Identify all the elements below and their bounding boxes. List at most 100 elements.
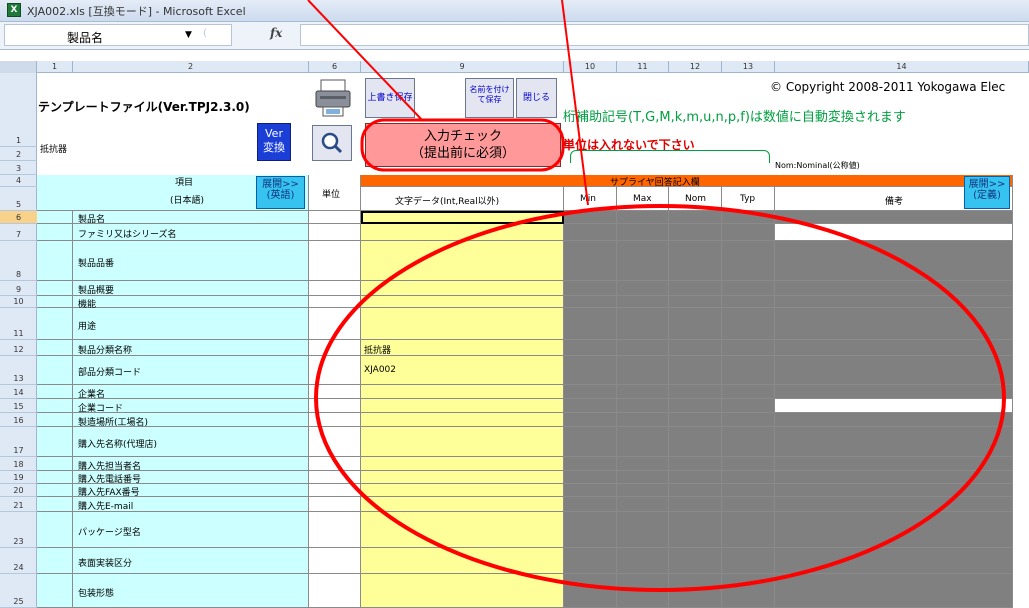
text-value-cell[interactable] bbox=[361, 308, 564, 340]
row-header[interactable]: 12 bbox=[0, 340, 37, 356]
numeric-cell[interactable] bbox=[617, 281, 669, 296]
text-value-cell[interactable] bbox=[361, 574, 564, 608]
numeric-cell[interactable] bbox=[617, 413, 669, 427]
row-header[interactable]: 17 bbox=[0, 427, 37, 457]
numeric-cell[interactable] bbox=[617, 211, 669, 224]
numeric-cell[interactable] bbox=[564, 413, 617, 427]
numeric-cell[interactable] bbox=[617, 356, 669, 385]
row-header[interactable]: 1 bbox=[0, 73, 37, 147]
numeric-cell[interactable] bbox=[564, 296, 617, 308]
printer-icon[interactable] bbox=[314, 78, 352, 118]
text-value-cell[interactable] bbox=[361, 399, 564, 413]
row-header[interactable]: 25 bbox=[0, 574, 37, 608]
numeric-cell[interactable] bbox=[617, 548, 669, 574]
numeric-cell[interactable] bbox=[617, 497, 669, 512]
row-header[interactable]: 11 bbox=[0, 308, 37, 340]
numeric-cell[interactable] bbox=[617, 340, 669, 356]
numeric-cell[interactable] bbox=[722, 427, 775, 457]
unit-cell[interactable] bbox=[309, 356, 361, 385]
unit-cell[interactable] bbox=[309, 281, 361, 296]
text-value-cell[interactable] bbox=[361, 471, 564, 484]
remarks-cell[interactable] bbox=[775, 385, 1013, 399]
numeric-cell[interactable] bbox=[669, 308, 722, 340]
row-header[interactable]: 15 bbox=[0, 399, 37, 413]
unit-cell[interactable] bbox=[309, 471, 361, 484]
remarks-cell[interactable] bbox=[775, 548, 1013, 574]
row-header[interactable]: 19 bbox=[0, 471, 37, 484]
numeric-cell[interactable] bbox=[564, 471, 617, 484]
numeric-cell[interactable] bbox=[722, 340, 775, 356]
numeric-cell[interactable] bbox=[722, 241, 775, 281]
numeric-cell[interactable] bbox=[617, 308, 669, 340]
column-header[interactable]: 14 bbox=[775, 61, 1029, 73]
unit-cell[interactable] bbox=[309, 512, 361, 548]
row-header[interactable]: 14 bbox=[0, 385, 37, 399]
numeric-cell[interactable] bbox=[669, 211, 722, 224]
numeric-cell[interactable] bbox=[669, 484, 722, 497]
numeric-cell[interactable] bbox=[722, 308, 775, 340]
numeric-cell[interactable] bbox=[564, 457, 617, 471]
numeric-cell[interactable] bbox=[564, 427, 617, 457]
remarks-cell[interactable] bbox=[775, 457, 1013, 471]
numeric-cell[interactable] bbox=[722, 296, 775, 308]
expand-definition-button[interactable]: 展開>> (定義) bbox=[964, 176, 1010, 209]
row-header[interactable]: 4 bbox=[0, 175, 37, 187]
magnifier-icon[interactable] bbox=[312, 125, 352, 161]
chevron-down-icon[interactable]: ▼ bbox=[185, 30, 192, 40]
column-header[interactable]: 13 bbox=[722, 61, 775, 73]
numeric-cell[interactable] bbox=[669, 512, 722, 548]
numeric-cell[interactable] bbox=[669, 241, 722, 281]
row-header[interactable]: 16 bbox=[0, 413, 37, 427]
remarks-cell[interactable] bbox=[775, 356, 1013, 385]
numeric-cell[interactable] bbox=[669, 497, 722, 512]
numeric-cell[interactable] bbox=[617, 385, 669, 399]
numeric-cell[interactable] bbox=[617, 574, 669, 608]
numeric-cell[interactable] bbox=[564, 224, 617, 241]
numeric-cell[interactable] bbox=[722, 484, 775, 497]
numeric-cell[interactable] bbox=[669, 281, 722, 296]
numeric-cell[interactable] bbox=[669, 427, 722, 457]
unit-cell[interactable] bbox=[309, 340, 361, 356]
unit-cell[interactable] bbox=[309, 548, 361, 574]
column-header[interactable]: 6 bbox=[309, 61, 361, 73]
row-header[interactable]: 6 bbox=[0, 211, 37, 224]
unit-cell[interactable] bbox=[309, 211, 361, 224]
row-header[interactable]: 21 bbox=[0, 497, 37, 512]
column-header[interactable]: 9 bbox=[361, 61, 564, 73]
remarks-cell[interactable] bbox=[775, 241, 1013, 281]
row-header[interactable]: 9 bbox=[0, 281, 37, 296]
numeric-cell[interactable] bbox=[722, 224, 775, 241]
numeric-cell[interactable] bbox=[564, 241, 617, 281]
save-as-button[interactable]: 名前を付けて保存 bbox=[465, 78, 514, 118]
insert-function-icon[interactable]: fx bbox=[270, 26, 282, 40]
text-value-cell[interactable] bbox=[361, 457, 564, 471]
unit-cell[interactable] bbox=[309, 574, 361, 608]
unit-cell[interactable] bbox=[309, 413, 361, 427]
row-header[interactable]: 7 bbox=[0, 224, 37, 241]
input-check-button[interactable]: 入力チェック （提出前に必須） bbox=[365, 123, 561, 167]
numeric-cell[interactable] bbox=[722, 512, 775, 548]
numeric-cell[interactable] bbox=[564, 281, 617, 296]
numeric-cell[interactable] bbox=[722, 497, 775, 512]
numeric-cell[interactable] bbox=[564, 340, 617, 356]
column-header[interactable]: 2 bbox=[73, 61, 309, 73]
remarks-cell[interactable] bbox=[775, 281, 1013, 296]
numeric-cell[interactable] bbox=[617, 427, 669, 457]
numeric-cell[interactable] bbox=[669, 574, 722, 608]
numeric-cell[interactable] bbox=[564, 356, 617, 385]
numeric-cell[interactable] bbox=[722, 211, 775, 224]
select-all-corner[interactable] bbox=[0, 61, 37, 73]
numeric-cell[interactable] bbox=[722, 281, 775, 296]
numeric-cell[interactable] bbox=[722, 385, 775, 399]
row-header[interactable]: 2 bbox=[0, 147, 37, 161]
text-value-cell[interactable] bbox=[361, 281, 564, 296]
row-header[interactable]: 5 bbox=[0, 187, 37, 211]
numeric-cell[interactable] bbox=[669, 340, 722, 356]
resize-handle-icon[interactable]: ( bbox=[203, 28, 207, 39]
column-header[interactable]: 10 bbox=[564, 61, 617, 73]
remarks-cell[interactable] bbox=[775, 308, 1013, 340]
unit-cell[interactable] bbox=[309, 296, 361, 308]
unit-cell[interactable] bbox=[309, 427, 361, 457]
numeric-cell[interactable] bbox=[722, 457, 775, 471]
numeric-cell[interactable] bbox=[617, 484, 669, 497]
